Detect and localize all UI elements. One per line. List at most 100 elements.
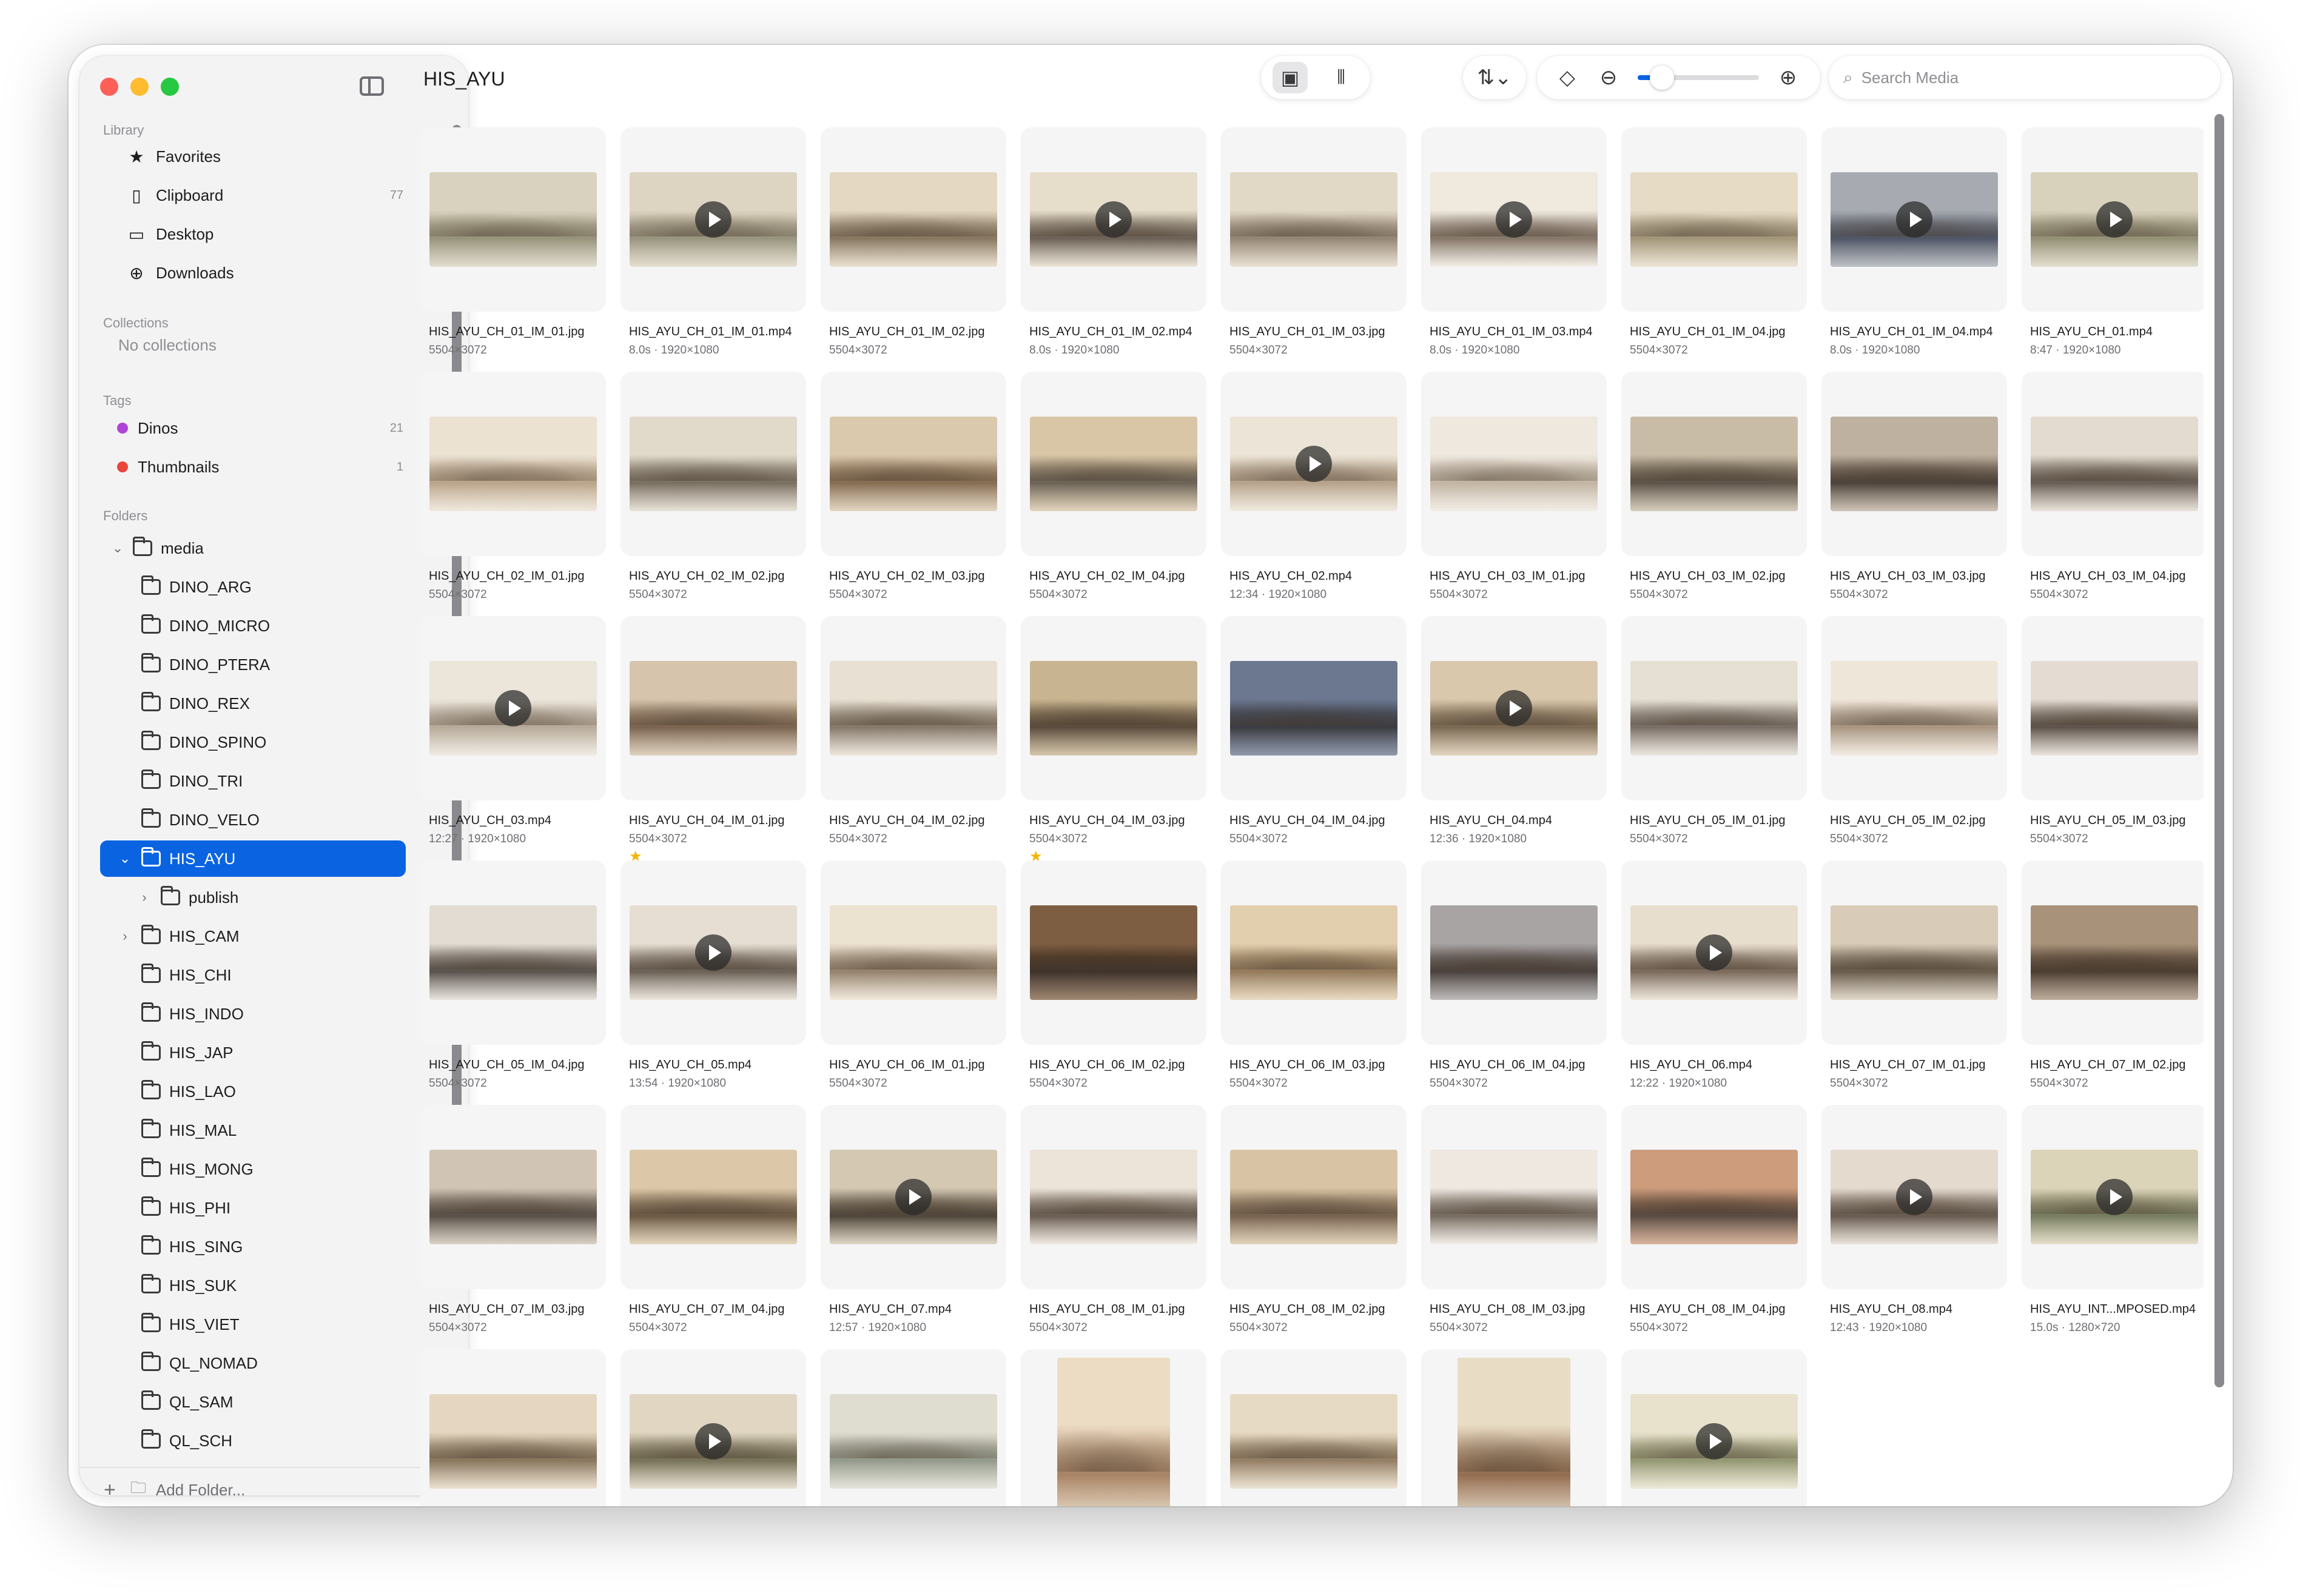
media-thumbnail-card[interactable] bbox=[821, 1105, 1006, 1289]
media-thumbnail-card[interactable] bbox=[1821, 1105, 2007, 1289]
zoom-slider[interactable] bbox=[1638, 65, 1759, 90]
play-icon[interactable] bbox=[495, 690, 531, 726]
folder-item-ql_sch[interactable]: QL_SCH bbox=[100, 1423, 406, 1459]
media-tile[interactable]: HIS_AYU_CH_03_IM_03.jpg 5504×3072 bbox=[1821, 372, 2007, 602]
media-thumbnail-card[interactable] bbox=[420, 860, 606, 1045]
media-thumbnail-card[interactable] bbox=[1821, 127, 2007, 312]
add-folder-button[interactable]: + 🗀 Add Folder... bbox=[104, 1475, 245, 1496]
media-thumbnail-card[interactable] bbox=[1221, 127, 1407, 312]
media-thumbnail-card[interactable] bbox=[620, 1105, 806, 1289]
chevron-down-icon[interactable]: ⌄ bbox=[116, 850, 134, 868]
search-field[interactable]: ⌕ bbox=[1829, 56, 2221, 99]
media-tile[interactable]: HIS_AYU_INT...MPOSED.mp4 15.0s · 1280×720 bbox=[2022, 1105, 2204, 1335]
media-tile[interactable]: HIS_AYU_CH_01_IM_01.jpg 5504×3072 bbox=[420, 127, 606, 357]
tag-icon[interactable]: ◇ bbox=[1555, 65, 1579, 90]
media-tile[interactable] bbox=[1021, 1349, 1206, 1506]
folder-item-publish[interactable]: › publish bbox=[100, 879, 406, 916]
media-thumbnail-card[interactable] bbox=[2022, 1105, 2204, 1289]
media-tile[interactable]: HIS_AYU_CH_07_IM_02.jpg 5504×3072 bbox=[2022, 860, 2204, 1090]
media-tile[interactable]: HIS_AYU_CH_01_IM_04.mp4 8.0s · 1920×1080 bbox=[1821, 127, 2007, 357]
media-tile[interactable]: HIS_AYU_CH_06_IM_03.jpg 5504×3072 bbox=[1221, 860, 1407, 1090]
media-tile[interactable]: HIS_AYU_CH_07_IM_04.jpg 5504×3072 bbox=[620, 1105, 806, 1335]
media-tile[interactable]: HIS_AYU_CH_02_IM_04.jpg 5504×3072 bbox=[1021, 372, 1206, 602]
tag-item-dinos[interactable]: Dinos 21 bbox=[100, 410, 415, 446]
search-input[interactable] bbox=[1861, 68, 2189, 87]
chevron-right-icon[interactable]: › bbox=[116, 927, 134, 945]
media-tile[interactable] bbox=[821, 1349, 1006, 1506]
folder-item-his_jap[interactable]: HIS_JAP bbox=[100, 1034, 406, 1071]
media-thumbnail-card[interactable] bbox=[1021, 127, 1206, 312]
media-tile[interactable]: HIS_AYU_CH_03.mp4 12:27 · 1920×1080 bbox=[420, 616, 606, 846]
media-thumbnail-card[interactable] bbox=[1421, 860, 1607, 1045]
play-icon[interactable] bbox=[2096, 1179, 2133, 1215]
media-tile[interactable]: HIS_AYU_CH_05.mp4 13:54 · 1920×1080 bbox=[620, 860, 806, 1090]
media-thumbnail-card[interactable] bbox=[420, 1105, 606, 1289]
media-thumbnail-card[interactable] bbox=[620, 860, 806, 1045]
media-tile[interactable]: HIS_AYU_CH_03_IM_02.jpg 5504×3072 bbox=[1621, 372, 1807, 602]
media-thumbnail-card[interactable] bbox=[620, 127, 806, 312]
media-tile[interactable]: HIS_AYU_CH_01_IM_04.jpg 5504×3072 bbox=[1621, 127, 1807, 357]
folder-item-his_sing[interactable]: HIS_SING bbox=[100, 1229, 406, 1265]
media-thumbnail-card[interactable] bbox=[1221, 1105, 1407, 1289]
media-tile[interactable] bbox=[1421, 1349, 1607, 1506]
media-tile[interactable]: HIS_AYU_CH_05_IM_01.jpg 5504×3072 bbox=[1621, 616, 1807, 846]
media-thumbnail-card[interactable] bbox=[1621, 372, 1807, 556]
media-tile[interactable]: HIS_AYU_CH_06_IM_04.jpg 5504×3072 bbox=[1421, 860, 1607, 1090]
zoom-slider-knob[interactable] bbox=[1650, 65, 1674, 90]
chevron-right-icon[interactable]: › bbox=[135, 888, 153, 907]
media-tile[interactable]: HIS_AYU_CH_01_IM_01.mp4 8.0s · 1920×1080 bbox=[620, 127, 806, 357]
play-icon[interactable] bbox=[1896, 201, 1932, 238]
media-thumbnail-card[interactable] bbox=[821, 127, 1006, 312]
media-tile[interactable]: HIS_AYU_CH_01_IM_03.jpg 5504×3072 bbox=[1221, 127, 1407, 357]
media-thumbnail-card[interactable] bbox=[1021, 860, 1206, 1045]
sidebar-item-downloads[interactable]: ⊕ Downloads bbox=[100, 255, 415, 291]
media-tile[interactable]: HIS_AYU_CH_08_IM_03.jpg 5504×3072 bbox=[1421, 1105, 1607, 1335]
media-tile[interactable]: HIS_AYU_CH_04_IM_04.jpg 5504×3072 bbox=[1221, 616, 1407, 846]
minimize-window-button[interactable] bbox=[130, 78, 149, 96]
sidebar-item-clipboard[interactable]: ▯ Clipboard 77 bbox=[100, 177, 415, 213]
media-thumbnail-card[interactable] bbox=[1821, 616, 2007, 800]
images-view-icon[interactable]: ▣ bbox=[1273, 62, 1308, 93]
folder-item-his_mal[interactable]: HIS_MAL bbox=[100, 1112, 406, 1148]
media-thumbnail-card[interactable] bbox=[821, 616, 1006, 800]
zoom-in-icon[interactable]: ⊕ bbox=[1776, 65, 1800, 90]
media-thumbnail-card[interactable] bbox=[1221, 372, 1407, 556]
media-thumbnail-card[interactable] bbox=[620, 372, 806, 556]
media-tile[interactable]: HIS_AYU_CH_02.mp4 12:34 · 1920×1080 bbox=[1221, 372, 1407, 602]
media-tile[interactable]: HIS_AYU_CH_05_IM_02.jpg 5504×3072 bbox=[1821, 616, 2007, 846]
media-tile[interactable]: HIS_AYU_CH_02_IM_02.jpg 5504×3072 bbox=[620, 372, 806, 602]
folder-item-ql_nomad[interactable]: QL_NOMAD bbox=[100, 1345, 406, 1381]
zoom-window-button[interactable] bbox=[161, 78, 179, 96]
media-thumbnail-card[interactable] bbox=[2022, 127, 2204, 312]
folder-item-his_ayu[interactable]: ⌄ HIS_AYU bbox=[100, 840, 406, 877]
folder-item-his_viet[interactable]: HIS_VIET bbox=[100, 1306, 406, 1343]
media-thumbnail-card[interactable] bbox=[2022, 616, 2204, 800]
folder-item-his_phi[interactable]: HIS_PHI bbox=[100, 1190, 406, 1226]
play-icon[interactable] bbox=[2096, 201, 2133, 238]
media-tile[interactable]: HIS_AYU_CH_01.mp4 8:47 · 1920×1080 bbox=[2022, 127, 2204, 357]
media-tile[interactable]: HIS_AYU_CH_01_IM_02.mp4 8.0s · 1920×1080 bbox=[1021, 127, 1206, 357]
media-thumbnail-card[interactable] bbox=[1421, 1105, 1607, 1289]
chevron-down-icon[interactable]: ⌄ bbox=[109, 539, 127, 557]
folder-item-dino_micro[interactable]: DINO_MICRO bbox=[100, 608, 406, 644]
media-tile[interactable]: HIS_AYU_CH_04_IM_01.jpg 5504×3072 ★ bbox=[620, 616, 806, 864]
media-tile[interactable]: HIS_AYU_CH_06_IM_02.jpg 5504×3072 bbox=[1021, 860, 1206, 1090]
play-icon[interactable] bbox=[695, 201, 731, 238]
media-thumbnail-card[interactable] bbox=[1421, 1349, 1607, 1506]
media-thumbnail-card[interactable] bbox=[1021, 1105, 1206, 1289]
play-icon[interactable] bbox=[1696, 1423, 1732, 1460]
media-thumbnail-card[interactable] bbox=[620, 616, 806, 800]
media-tile[interactable]: HIS_AYU_CH_03_IM_04.jpg 5504×3072 bbox=[2022, 372, 2204, 602]
media-tile[interactable]: HIS_AYU_CH_05_IM_03.jpg 5504×3072 bbox=[2022, 616, 2204, 846]
media-scrollbar[interactable] bbox=[2214, 114, 2224, 1387]
media-tile[interactable]: HIS_AYU_CH_07_IM_03.jpg 5504×3072 bbox=[420, 1105, 606, 1335]
media-thumbnail-card[interactable] bbox=[1621, 1349, 1807, 1506]
media-tile[interactable]: HIS_AYU_CH_06_IM_01.jpg 5504×3072 bbox=[821, 860, 1006, 1090]
media-thumbnail-card[interactable] bbox=[1221, 860, 1407, 1045]
folder-item-dino_rex[interactable]: DINO_REX bbox=[100, 685, 406, 722]
media-tile[interactable]: HIS_AYU_CH_05_IM_04.jpg 5504×3072 bbox=[420, 860, 606, 1090]
media-thumbnail-card[interactable] bbox=[420, 127, 606, 312]
play-icon[interactable] bbox=[1696, 934, 1732, 971]
folder-item-media[interactable]: ⌄ media bbox=[100, 530, 406, 566]
play-icon[interactable] bbox=[695, 1423, 731, 1460]
